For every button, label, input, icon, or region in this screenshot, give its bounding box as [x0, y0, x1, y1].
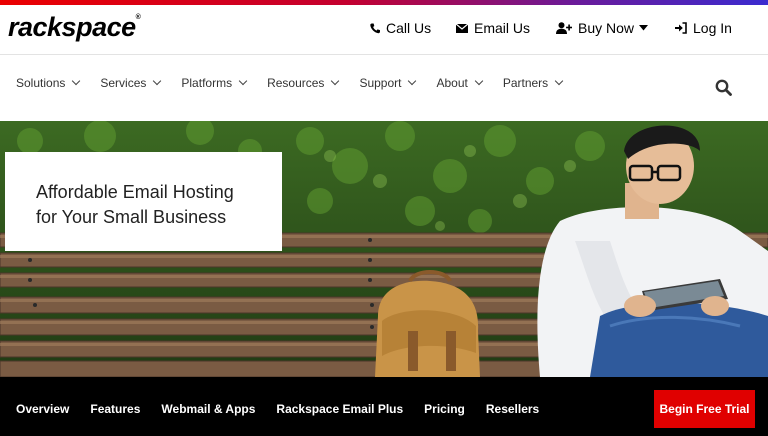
nav-item-label: Resources — [267, 76, 325, 90]
subnav-rackspace-email-plus[interactable]: Rackspace Email Plus — [276, 402, 403, 416]
nav-item-resources[interactable]: Resources — [267, 76, 340, 90]
subnav-overview[interactable]: Overview — [16, 402, 69, 416]
nav-item-partners[interactable]: Partners — [502, 76, 564, 90]
email-us-label: Email Us — [474, 20, 531, 36]
nav-item-solutions[interactable]: Solutions — [16, 76, 81, 90]
nav-item-label: Platforms — [181, 76, 233, 90]
logo-registered-mark: ® — [135, 14, 141, 21]
subnav-resellers[interactable]: Resellers — [486, 402, 539, 416]
header-divider — [0, 54, 768, 55]
nav-item-label: About — [436, 76, 468, 90]
email-us-link[interactable]: Email Us — [456, 20, 530, 36]
subnav-webmail-apps[interactable]: Webmail & Apps — [161, 402, 255, 416]
brand-gradient-bar — [0, 0, 768, 5]
call-us-label: Call Us — [386, 20, 432, 36]
subnav-links: Overview Features Webmail & Apps Rackspa… — [16, 402, 560, 416]
chevron-down-icon — [238, 76, 248, 86]
hero-title-line-2: for Your Small Business — [36, 207, 227, 227]
call-us-link[interactable]: Call Us — [370, 20, 431, 36]
search-button[interactable] — [715, 79, 732, 101]
nav-item-about[interactable]: About — [436, 76, 484, 90]
caret-down-icon — [639, 25, 649, 31]
chevron-down-icon — [554, 76, 564, 86]
product-subnav: Overview Features Webmail & Apps Rackspa… — [0, 377, 768, 436]
hero-title: Affordable Email Hosting for Your Small … — [36, 180, 276, 230]
hero-title-line-1: Affordable Email Hosting — [36, 182, 234, 202]
hero-headline-card: Affordable Email Hosting for Your Small … — [5, 152, 282, 251]
nav-item-label: Services — [100, 76, 147, 90]
nav-item-label: Partners — [502, 76, 549, 90]
chevron-down-icon — [153, 76, 162, 86]
log-in-label: Log In — [693, 20, 732, 36]
envelope-icon — [456, 23, 468, 33]
nav-item-label: Support — [359, 76, 402, 90]
begin-free-trial-button[interactable]: Begin Free Trial — [654, 390, 755, 428]
phone-icon — [370, 23, 380, 33]
sign-in-icon — [675, 22, 687, 34]
subnav-pricing[interactable]: Pricing — [424, 402, 465, 416]
logo-text: rackspace — [8, 12, 136, 42]
chevron-down-icon — [72, 76, 81, 86]
nav-item-services[interactable]: Services — [100, 76, 162, 90]
buy-now-label: Buy Now — [578, 20, 635, 36]
nav-item-platforms[interactable]: Platforms — [181, 76, 248, 90]
chevron-down-icon — [408, 76, 417, 86]
main-nav: Solutions Services Platforms Resources S… — [16, 76, 583, 90]
search-icon — [715, 79, 732, 96]
chevron-down-icon — [331, 76, 340, 86]
add-user-icon — [556, 22, 572, 34]
buy-now-dropdown[interactable]: Buy Now — [556, 20, 649, 36]
chevron-down-icon — [474, 76, 484, 86]
rackspace-logo[interactable]: rackspace® — [8, 12, 141, 43]
nav-item-support[interactable]: Support — [359, 76, 417, 90]
log-in-link[interactable]: Log In — [675, 20, 732, 36]
nav-item-label: Solutions — [16, 76, 66, 90]
subnav-features[interactable]: Features — [90, 402, 140, 416]
